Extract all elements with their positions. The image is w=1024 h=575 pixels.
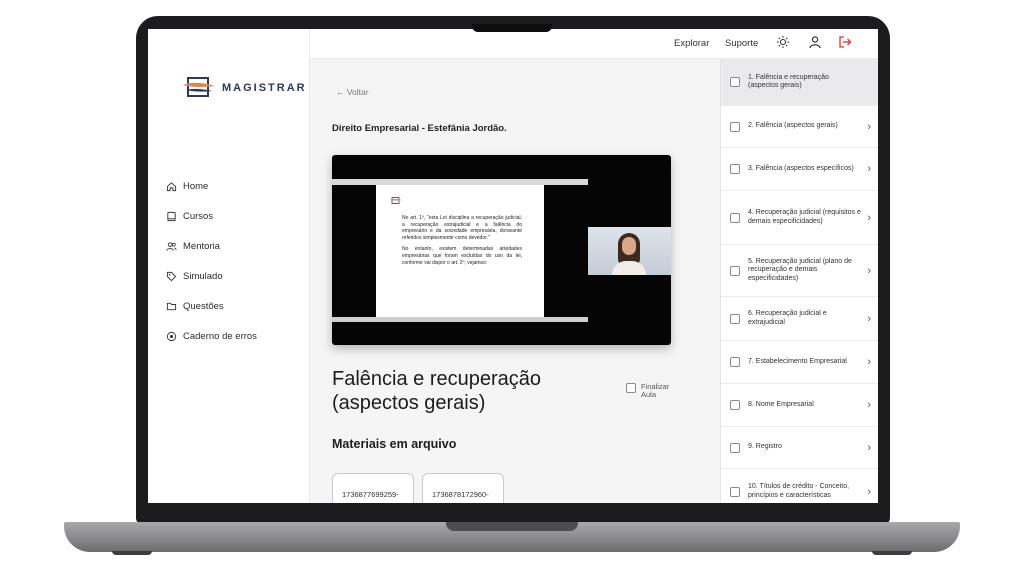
lesson-checkbox[interactable]	[730, 357, 740, 367]
lesson-item[interactable]: 6. Recuperação judicial e extrajudicial …	[721, 297, 878, 341]
file-card[interactable]: 1736878172960-	[422, 473, 504, 503]
tag-icon	[166, 271, 177, 281]
logo-mark-icon	[182, 77, 216, 99]
laptop-foot-right	[872, 551, 912, 555]
chevron-right-icon: ›	[867, 264, 871, 277]
chevron-right-icon: ›	[867, 163, 871, 175]
lesson-checkbox[interactable]	[730, 77, 740, 87]
lesson-item[interactable]: 9. Registro ›	[721, 427, 878, 469]
laptop-base-notch	[446, 522, 578, 531]
logo-text: MAGISTRAR	[222, 82, 307, 94]
chevron-right-icon: ›	[867, 356, 871, 368]
file-name: 1736877699259-	[342, 490, 399, 499]
screen: MAGISTRAR Home Cursos Mentoria Simulado …	[148, 29, 878, 503]
lesson-label: 1. Falência e recuperação (aspectos gera…	[748, 73, 829, 90]
lesson-checkbox[interactable]	[730, 164, 740, 174]
chevron-right-icon: ›	[867, 312, 871, 325]
topbar: Explorar Suporte	[310, 29, 878, 59]
users-icon	[166, 241, 177, 251]
lesson-label: 6. Recuperação judicial e extrajudicial	[748, 310, 827, 326]
explore-link[interactable]: Explorar	[674, 38, 709, 49]
slide-paragraph: No entanto, existem determinadas ativida…	[402, 246, 522, 266]
lesson-item[interactable]: 7. Estabelecimento Empresarial ›	[721, 341, 878, 384]
lesson-item[interactable]: 4. Recuperação judicial (requisitos e de…	[721, 191, 878, 245]
lesson-item[interactable]: 1. Falência e recuperação (aspectos gera…	[721, 59, 878, 106]
laptop-foot-left	[112, 551, 152, 555]
chevron-right-icon: ›	[867, 399, 871, 411]
sidebar-item-label: Mentoria	[183, 240, 220, 252]
lesson-checkbox[interactable]	[730, 313, 740, 324]
sidebar-item-label: Cursos	[183, 210, 214, 222]
lesson-checkbox[interactable]	[730, 212, 740, 223]
logout-icon[interactable]	[838, 35, 852, 49]
logo[interactable]: MAGISTRAR	[182, 77, 307, 99]
chevron-right-icon: ›	[867, 211, 871, 224]
checkbox[interactable]	[626, 383, 636, 393]
chevron-right-icon: ›	[867, 441, 871, 454]
back-link[interactable]: ← Voltar	[336, 87, 369, 97]
chevron-right-icon: ›	[867, 485, 871, 498]
lesson-label: 2. Falência (aspectos gerais)	[748, 122, 838, 130]
lesson-checkbox[interactable]	[730, 400, 740, 410]
sidebar-item-simulado[interactable]: Simulado	[166, 261, 257, 291]
chevron-right-icon: ›	[867, 120, 871, 133]
user-icon[interactable]	[808, 35, 822, 49]
lesson-label: 8. Nome Empresarial	[748, 400, 814, 408]
lesson-label: 4. Recuperação judicial (requisitos e de…	[748, 209, 861, 225]
sidebar-item-mentoria[interactable]: Mentoria	[166, 231, 257, 261]
lesson-label: 7. Estabelecimento Empresarial	[748, 357, 847, 365]
lesson-item[interactable]: 3. Falência (aspectos específicos) ›	[721, 148, 878, 191]
lesson-item[interactable]: 5. Recuperação judicial (plano de recupe…	[721, 245, 878, 297]
lesson-label: 3. Falência (aspectos específicos)	[748, 164, 854, 172]
lesson-list: 1. Falência e recuperação (aspectos gera…	[720, 59, 878, 503]
main-content: ← Voltar Direito Empresarial - Estefânia…	[310, 59, 874, 503]
lesson-item[interactable]: 10. Títulos de crédito - Conceito, princ…	[721, 469, 878, 503]
book-icon	[167, 211, 176, 221]
file-name: 1736878172960-	[432, 490, 489, 499]
lesson-checkbox[interactable]	[730, 265, 740, 276]
sidebar-item-caderno[interactable]: Caderno de erros	[166, 321, 257, 351]
finish-label-line: Aula	[641, 390, 657, 399]
presenter-body	[612, 261, 646, 275]
materials-title: Materiais em arquivo	[332, 437, 457, 451]
lesson-checkbox[interactable]	[730, 121, 740, 132]
support-link[interactable]: Suporte	[725, 38, 758, 49]
lesson-item[interactable]: 2. Falência (aspectos gerais) ›	[721, 106, 878, 148]
slide-statusbar	[332, 317, 588, 322]
home-icon	[166, 181, 177, 191]
lesson-checkbox[interactable]	[730, 442, 740, 453]
sidebar-item-cursos[interactable]: Cursos	[166, 201, 257, 231]
webcam-overlay	[588, 227, 671, 275]
lesson-label: 10. Títulos de crédito - Conceito, princ…	[748, 483, 850, 499]
sidebar-item-label: Caderno de erros	[183, 330, 257, 342]
finish-lesson-checkbox[interactable]: Finalizar Aula	[626, 383, 669, 399]
folder-icon	[166, 302, 177, 310]
lesson-item[interactable]: 8. Nome Empresarial ›	[721, 384, 878, 427]
sidebar-item-questoes[interactable]: Questões	[166, 291, 257, 321]
sidebar-item-label: Simulado	[183, 270, 223, 282]
course-title: Direito Empresarial - Estefânia Jordão.	[332, 123, 507, 134]
lesson-label: 5. Recuperação judicial (plano de recupe…	[748, 257, 852, 282]
video-slide: No art. 1º, "esta Lei disciplina a recup…	[376, 185, 544, 317]
lesson-title: Falência e recuperação (aspectos gerais)	[332, 368, 542, 414]
sun-icon[interactable]	[776, 35, 790, 49]
target-icon	[166, 331, 177, 341]
presenter-face	[622, 237, 636, 255]
finish-label: Finalizar Aula	[641, 383, 669, 399]
sidebar-nav: Home Cursos Mentoria Simulado Questões C…	[166, 171, 257, 351]
file-card[interactable]: 1736877699259-	[332, 473, 414, 503]
slide-logo-icon	[390, 197, 402, 204]
sidebar-item-home[interactable]: Home	[166, 171, 257, 201]
sidebar-item-label: Questões	[183, 300, 224, 312]
video-player[interactable]: No art. 1º, "esta Lei disciplina a recup…	[332, 155, 671, 345]
slide-paragraph: No art. 1º, "esta Lei disciplina a recup…	[402, 215, 522, 241]
slide-text: No art. 1º, "esta Lei disciplina a recup…	[402, 215, 522, 266]
lesson-label: 9. Registro	[748, 443, 782, 451]
camera-notch	[472, 24, 552, 32]
lesson-checkbox[interactable]	[730, 486, 740, 497]
sidebar: MAGISTRAR Home Cursos Mentoria Simulado …	[148, 29, 310, 503]
sidebar-item-label: Home	[183, 180, 209, 192]
